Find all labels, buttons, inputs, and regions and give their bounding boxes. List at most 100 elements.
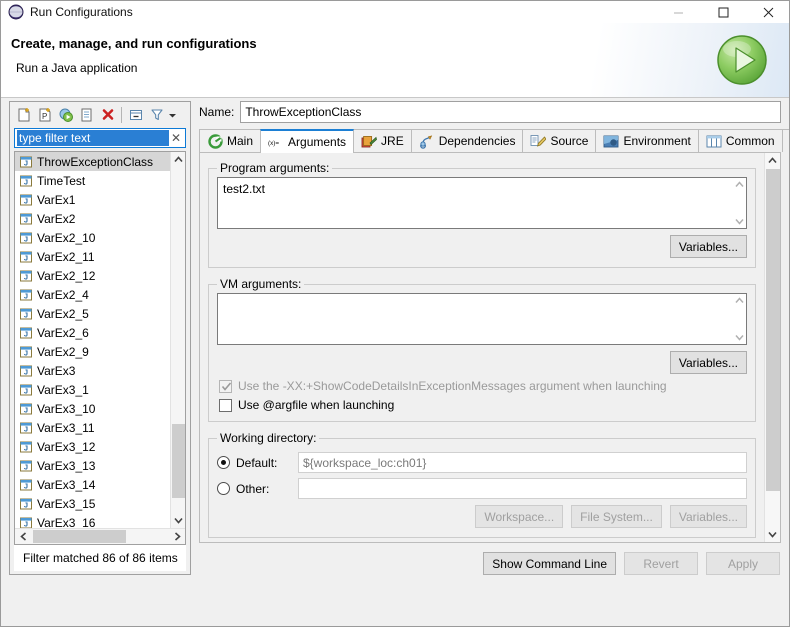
tree-item-label: VarEx3_11 <box>37 420 95 435</box>
tree-item[interactable]: J VarEx3_14 <box>15 475 170 494</box>
svg-text:J: J <box>24 386 28 395</box>
program-arguments-input[interactable]: test2.txt <box>217 177 747 229</box>
revert-button[interactable]: Revert <box>624 552 698 575</box>
tab-environment[interactable]: Environment <box>595 129 699 152</box>
tree-item[interactable]: J VarEx3_16 <box>15 513 170 528</box>
scrollbar-thumb[interactable] <box>766 169 780 491</box>
view-menu-icon[interactable] <box>167 105 178 125</box>
svg-text:J: J <box>24 405 28 414</box>
tree-item[interactable]: J VarEx2 <box>15 209 170 228</box>
program-arguments-scrollbar[interactable] <box>732 178 746 228</box>
svg-text:J: J <box>24 481 28 490</box>
vm-variables-button[interactable]: Variables... <box>669 351 747 374</box>
java-class-icon: J <box>19 269 33 283</box>
working-directory-variables-button[interactable]: Variables... <box>669 505 747 528</box>
vm-arguments-input[interactable] <box>217 293 747 345</box>
other-radio[interactable] <box>217 482 230 495</box>
program-variables-button[interactable]: Variables... <box>669 235 747 258</box>
show-command-line-button[interactable]: Show Command Line <box>483 552 616 575</box>
clear-icon[interactable]: ✕ <box>169 132 183 144</box>
delete-icon[interactable] <box>97 105 118 126</box>
argfile-checkbox[interactable] <box>219 398 232 412</box>
tree-item-label: VarEx3_12 <box>37 439 96 454</box>
tree-item[interactable]: J VarEx3_11 <box>15 418 170 437</box>
minimize-button[interactable] <box>656 1 701 23</box>
collapse-all-icon[interactable] <box>125 105 146 126</box>
other-directory-input[interactable] <box>298 478 747 499</box>
new-launch-configuration-icon[interactable] <box>13 105 34 126</box>
workspace-button[interactable]: Workspace... <box>475 505 564 528</box>
tree-item[interactable]: J VarEx3 <box>15 361 170 380</box>
tree-item[interactable]: J VarEx3_15 <box>15 494 170 513</box>
svg-text:J: J <box>24 519 28 528</box>
tab-common[interactable]: Common <box>697 129 783 152</box>
run-configurations-dialog: Run Configurations Create, manage, and r… <box>0 0 790 627</box>
scroll-up-icon[interactable] <box>765 153 780 168</box>
file-system-button[interactable]: File System... <box>571 505 662 528</box>
window-title: Run Configurations <box>30 5 133 19</box>
filter-icon[interactable] <box>146 105 167 126</box>
vm-arguments-scrollbar[interactable] <box>732 294 746 344</box>
scroll-up-icon[interactable] <box>171 152 185 167</box>
tree-item[interactable]: J VarEx2_11 <box>15 247 170 266</box>
scrollbar-thumb[interactable] <box>172 424 185 498</box>
svg-text:J: J <box>24 234 28 243</box>
tree-item[interactable]: J VarEx2_10 <box>15 228 170 247</box>
duplicate-icon[interactable] <box>76 105 97 126</box>
tree-horizontal-scrollbar[interactable] <box>15 528 185 544</box>
tree-item[interactable]: J VarEx2_4 <box>15 285 170 304</box>
close-button[interactable] <box>746 1 789 23</box>
scroll-down-icon[interactable] <box>765 527 780 542</box>
scroll-left-icon[interactable] <box>15 529 31 544</box>
svg-text:J: J <box>24 310 28 319</box>
svg-text:J: J <box>24 443 28 452</box>
tree-item[interactable]: J VarEx2_5 <box>15 304 170 323</box>
argfile-row[interactable]: Use @argfile when launching <box>219 398 747 412</box>
vm-arguments-group: VM arguments: Variables... Use the -XX:+… <box>208 277 756 422</box>
tab-source[interactable]: Source <box>522 129 597 152</box>
tab-jre[interactable]: JRE <box>353 129 412 152</box>
tree-vertical-scrollbar[interactable] <box>170 152 185 528</box>
tree-item[interactable]: J VarEx1 <box>15 190 170 209</box>
working-directory-buttons: Workspace... File System... Variables... <box>217 505 747 528</box>
tree-item[interactable]: J VarEx2_12 <box>15 266 170 285</box>
arguments-form: Program arguments: test2.txt Variables..… <box>200 153 764 542</box>
tree-item[interactable]: J VarEx3_13 <box>15 456 170 475</box>
filter-input-text[interactable]: type filter text <box>17 130 169 146</box>
main-tab-icon <box>207 133 223 149</box>
tree-item[interactable]: J TimeTest <box>15 171 170 190</box>
working-directory-default-row[interactable]: Default: ${workspace_loc:ch01} <box>217 452 747 473</box>
content-vertical-scrollbar[interactable] <box>764 153 780 542</box>
scroll-down-icon[interactable] <box>171 513 185 528</box>
export-launch-configuration-icon[interactable] <box>55 105 76 126</box>
svg-text:J: J <box>24 348 28 357</box>
scrollbar-thumb-horizontal[interactable] <box>33 530 126 543</box>
tab-main[interactable]: Main <box>199 129 262 152</box>
tree-item-label: VarEx3_10 <box>37 401 96 416</box>
scroll-right-icon[interactable] <box>169 529 185 544</box>
tab-overflow-button[interactable]: »1 <box>781 129 789 152</box>
tree-item[interactable]: J VarEx3_12 <box>15 437 170 456</box>
tree-item[interactable]: J VarEx2_9 <box>15 342 170 361</box>
source-tab-icon <box>530 133 547 149</box>
filter-status-text: Filter matched 86 of 86 items <box>14 545 186 571</box>
search-input[interactable]: type filter text ✕ <box>14 128 186 148</box>
configurations-tree[interactable]: J ThrowExceptionClass J TimeTest J VarEx… <box>14 151 186 545</box>
maximize-button[interactable] <box>701 1 746 23</box>
apply-button[interactable]: Apply <box>706 552 780 575</box>
tree-item[interactable]: J VarEx3_10 <box>15 399 170 418</box>
tree-item[interactable]: J ThrowExceptionClass <box>15 152 170 171</box>
configurations-panel: P type filter text ✕ J ThrowExceptionCla… <box>9 101 191 575</box>
tree-item[interactable]: J VarEx2_6 <box>15 323 170 342</box>
java-class-icon: J <box>19 440 33 454</box>
default-radio[interactable] <box>217 456 230 469</box>
tree-item[interactable]: J VarEx3_1 <box>15 380 170 399</box>
working-directory-other-row[interactable]: Other: <box>217 478 747 499</box>
tab-arguments[interactable]: (x)= Arguments <box>260 129 355 153</box>
svg-text:J: J <box>24 215 28 224</box>
name-input[interactable] <box>240 101 781 123</box>
tab-dependencies[interactable]: Dependencies <box>410 129 524 152</box>
new-prototype-icon[interactable]: P <box>34 105 55 126</box>
show-code-details-checkbox <box>219 379 232 393</box>
svg-text:J: J <box>24 158 28 167</box>
